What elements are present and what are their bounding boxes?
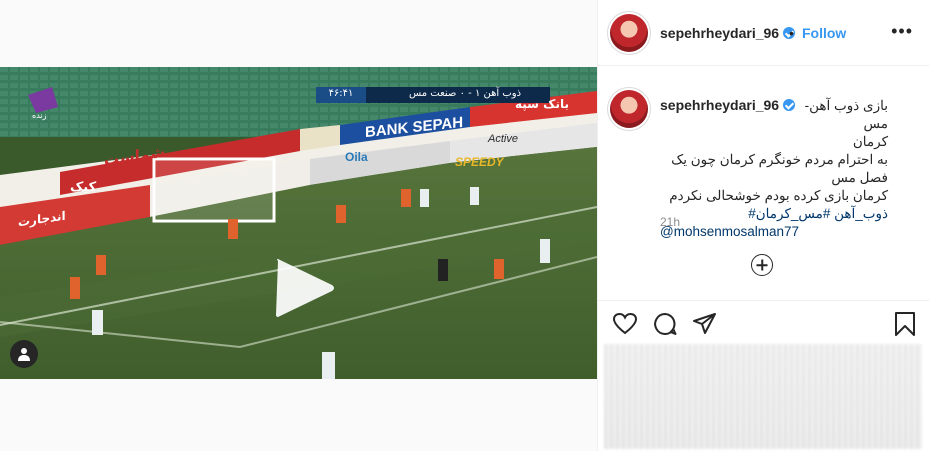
match-clock: ۴۶:۴۱ <box>328 88 354 99</box>
video-player[interactable]: ذوب آهن ۱ - ۰ صنعت مس ۴۶:۴۱ زنده بانک سپ… <box>0 67 597 379</box>
avatar[interactable] <box>610 14 648 52</box>
video-frame <box>0 67 597 379</box>
caption-avatar[interactable] <box>610 90 648 128</box>
username-link[interactable]: sepehrheydari_96 <box>660 25 796 41</box>
user-tag-button[interactable] <box>10 340 38 368</box>
caption-mention[interactable]: @mohsenmosalman77 <box>660 223 888 241</box>
media-area: ذوب آهن ۱ - ۰ صنعت مس ۴۶:۴۱ زنده بانک سپ… <box>0 0 597 451</box>
caption-area: sepehrheydari_96 بازی ذوب آهن-مس کرمان ب… <box>598 67 929 305</box>
post-side-panel: sepehrheydari_96 • Follow ••• sepehrheyd… <box>598 0 929 451</box>
more-options-icon[interactable]: ••• <box>891 22 913 40</box>
caption-hashtags[interactable]: ذوب_آهن #مس_کرمان# <box>660 205 888 223</box>
caption-line-2: کرمان <box>852 134 888 149</box>
channel-label: زنده <box>32 111 47 120</box>
ad-board-speedy: SPEEDY <box>455 155 504 169</box>
ad-board-active: Active <box>488 133 518 145</box>
bookmark-icon[interactable] <box>892 311 918 337</box>
play-icon <box>276 259 334 317</box>
follow-button[interactable]: Follow <box>802 25 846 41</box>
paper-plane-icon[interactable] <box>692 311 718 337</box>
ad-board-kik: کیک <box>70 180 97 195</box>
ad-board-bank: بانک سپه <box>515 97 569 111</box>
caption-line-1: بازی ذوب آهن-مس <box>804 98 888 131</box>
ad-board-oila: Oila <box>345 150 368 164</box>
caption-text: بازی ذوب آهن-مس کرمان به احترام مردم خون… <box>660 97 888 241</box>
likes-section-blurred <box>604 344 922 449</box>
comment-bubble-icon[interactable] <box>652 311 678 337</box>
plus-circle-icon[interactable] <box>751 254 773 276</box>
user-tag-icon <box>18 348 30 361</box>
caption-line-4: کرمان بازی کرده بودم خوشحالی نکردم <box>669 188 888 203</box>
play-button[interactable] <box>268 257 334 319</box>
action-bar <box>598 300 929 345</box>
username-text: sepehrheydari_96 <box>660 25 780 41</box>
caption-line-3: به احترام مردم خونگرم کرمان چون یک فصل م… <box>671 152 888 185</box>
post-header: sepehrheydari_96 • Follow ••• <box>598 0 929 66</box>
heart-icon[interactable] <box>612 311 638 337</box>
separator-dot: • <box>789 25 794 41</box>
post-modal: ذوب آهن ۱ - ۰ صنعت مس ۴۶:۴۱ زنده بانک سپ… <box>0 0 929 451</box>
post-time[interactable]: 21h <box>660 215 680 229</box>
